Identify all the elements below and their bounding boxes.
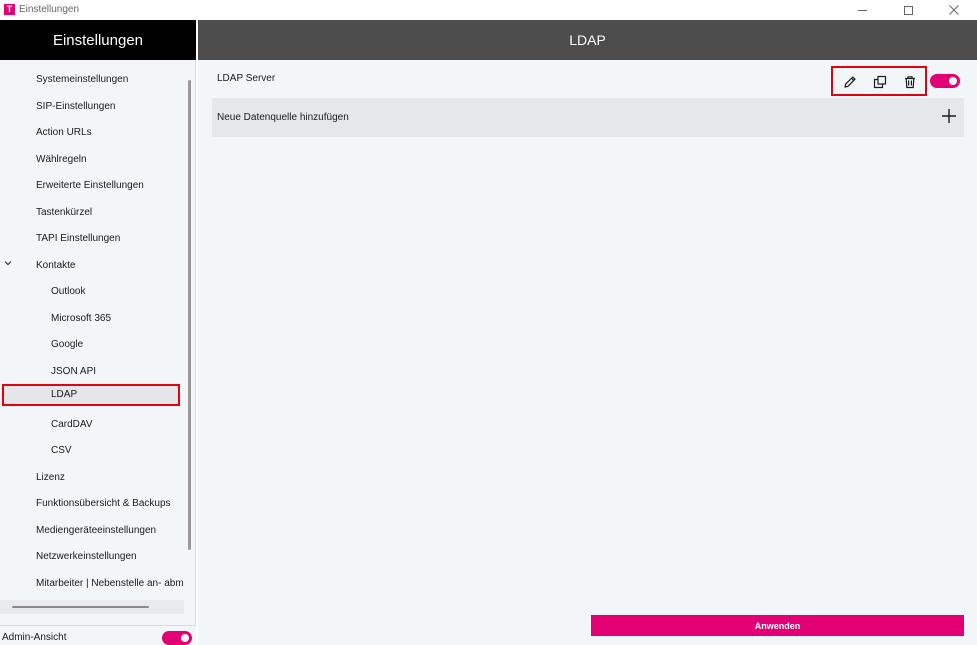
data-source-enable-toggle[interactable] — [930, 74, 960, 88]
sidebar-item-netzwerkeinstellungen[interactable]: Netzwerkeinstellungen — [0, 546, 184, 568]
sidebar-item-lizenz[interactable]: Lizenz — [0, 467, 184, 489]
apply-button[interactable]: Anwenden — [591, 615, 964, 636]
close-icon — [949, 5, 959, 15]
sidebar-nav: Systemeinstellungen SIP-Einstellungen Ac… — [0, 60, 184, 600]
admin-view-toggle[interactable] — [162, 631, 192, 645]
sidebar-item-tastenkuerzel[interactable]: Tastenkürzel — [0, 202, 184, 224]
minimize-icon — [857, 9, 867, 11]
sidebar-title: Einstellungen — [0, 20, 196, 60]
sidebar-item-waehlregeln[interactable]: Wählregeln — [0, 149, 184, 171]
sidebar-item-sip-einstellungen[interactable]: SIP-Einstellungen — [0, 96, 184, 118]
add-data-source-row[interactable]: Neue Datenquelle hinzufügen — [212, 98, 964, 137]
sidebar-item-csv[interactable]: CSV — [0, 440, 184, 462]
sidebar-item-mediengeraeteeinstellungen[interactable]: Mediengeräteeinstellungen — [0, 520, 184, 542]
sidebar-item-tapi-einstellungen[interactable]: TAPI Einstellungen — [0, 228, 184, 250]
sidebar-item-action-urls[interactable]: Action URLs — [0, 122, 184, 144]
copy-icon — [873, 75, 887, 89]
trash-icon — [905, 76, 915, 89]
sidebar-item-erweiterte-einstellungen[interactable]: Erweiterte Einstellungen — [0, 175, 184, 197]
pencil-icon — [844, 76, 856, 88]
add-data-source-label: Neue Datenquelle hinzufügen — [217, 112, 349, 123]
maximize-button[interactable] — [885, 0, 931, 20]
title-bar: T Einstellungen — [0, 0, 977, 20]
sidebar-item-outlook[interactable]: Outlook — [0, 281, 184, 303]
close-button[interactable] — [931, 0, 977, 20]
plus-icon[interactable] — [940, 107, 958, 125]
data-source-row: LDAP Server — [212, 66, 964, 98]
sidebar-item-google[interactable]: Google — [0, 334, 184, 356]
sidebar-item-ldap[interactable]: LDAP — [2, 384, 180, 406]
sidebar-item-mitarbeiter-nebenstelle[interactable]: Mitarbeiter | Nebenstelle an- abmelden — [0, 573, 184, 595]
copy-button[interactable] — [871, 73, 889, 91]
data-source-name: LDAP Server — [217, 73, 276, 84]
admin-view-row: Admin-Ansicht — [0, 625, 196, 645]
admin-view-label: Admin-Ansicht — [2, 632, 67, 643]
minimize-button[interactable] — [839, 0, 885, 20]
sidebar-vertical-scrollbar[interactable] — [188, 80, 191, 550]
delete-button[interactable] — [901, 73, 919, 91]
edit-button[interactable] — [841, 73, 859, 91]
maximize-icon — [903, 5, 913, 15]
sidebar: Systemeinstellungen SIP-Einstellungen Ac… — [0, 60, 196, 645]
sidebar-item-json-api[interactable]: JSON API — [0, 361, 184, 383]
sidebar-item-carddav[interactable]: CardDAV — [0, 414, 184, 436]
telekom-logo-icon: T — [4, 4, 15, 15]
sidebar-item-kontakte[interactable]: Kontakte — [0, 255, 184, 277]
sidebar-horizontal-scrollbar[interactable] — [12, 606, 149, 608]
sidebar-item-systemeinstellungen[interactable]: Systemeinstellungen — [0, 69, 184, 91]
chevron-down-icon[interactable] — [4, 259, 12, 267]
sidebar-item-funktionsuebersicht-backups[interactable]: Funktionsübersicht & Backups — [0, 493, 184, 515]
window-title: Einstellungen — [19, 4, 80, 15]
sidebar-item-microsoft-365[interactable]: Microsoft 365 — [0, 308, 184, 330]
main-panel: LDAP Server Neue Datenquelle hinzufügen … — [198, 60, 977, 645]
page-title: LDAP — [198, 20, 977, 60]
data-source-actions — [831, 66, 927, 96]
